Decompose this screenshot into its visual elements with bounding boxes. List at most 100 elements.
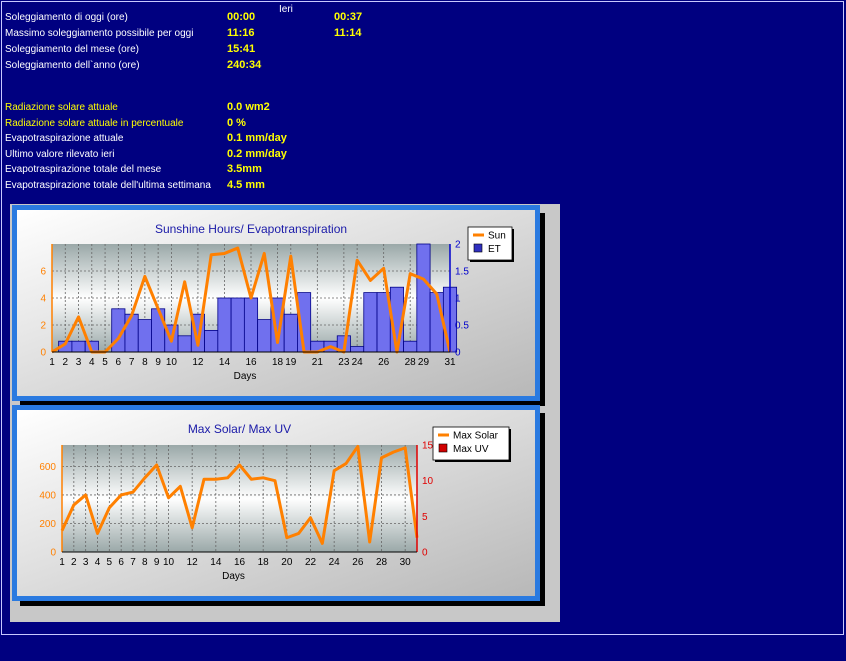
et-bar: [137, 319, 152, 353]
x-tick-label: 26: [352, 557, 364, 568]
x-tick-label: 16: [234, 557, 246, 568]
stat-value: 3.5mm: [227, 163, 262, 175]
x-tick-label: 1: [49, 357, 55, 368]
yesterday-column-header: Ieri: [279, 4, 293, 15]
y-tick-label-right: 5: [422, 512, 428, 523]
legend-label: Max UV: [453, 444, 489, 455]
x-tick-label: 12: [187, 557, 199, 568]
et-bar: [71, 340, 86, 353]
legend-label: Max Solar: [453, 431, 499, 442]
x-tick-label: 23: [338, 357, 350, 368]
stat-label: Evapotraspirazione totale dell'ultima se…: [5, 179, 211, 191]
stat-value: 0.0 wm2: [227, 101, 270, 113]
x-tick-label: 8: [142, 557, 148, 568]
y-tick-label-right: 15: [422, 441, 434, 452]
x-tick-label: 24: [329, 557, 341, 568]
x-tick-label: 10: [163, 557, 175, 568]
y-tick-label-right: 0.5: [455, 321, 469, 332]
stat-value: 0 %: [227, 116, 246, 129]
x-tick-label: 29: [418, 357, 430, 368]
y-tick-label-right: 0: [422, 548, 428, 559]
solar-uv-chart: Max Solar/ Max UV02004006000510151 2 3 4 5 6 7…: [12, 405, 545, 606]
stat-yesterday-value: 11:14: [334, 27, 362, 39]
y-tick-label-left: 200: [39, 519, 56, 530]
stat-value: 0.1 mm/day: [227, 132, 287, 144]
chart-title: Sunshine Hours/ Evapotranspiration: [155, 222, 347, 236]
x-axis-title: Days: [234, 371, 257, 382]
x-tick-label: 12: [192, 357, 204, 368]
y-tick-label-left: 400: [39, 490, 56, 501]
stat-value: 4.5 mm: [227, 178, 265, 191]
et-bar: [416, 243, 431, 353]
x-tick-label: 18: [272, 357, 284, 368]
x-tick-label: 7: [129, 357, 135, 368]
x-tick-label: 4: [95, 557, 101, 568]
stat-today-value: 11:16: [227, 27, 255, 39]
stat-label: Soleggiamento dell`anno (ore): [5, 60, 140, 71]
et-bar: [124, 313, 139, 353]
stat-label: Soleggiamento del mese (ore): [5, 44, 139, 55]
et-bar: [204, 330, 219, 353]
x-tick-label: 3: [76, 357, 82, 368]
legend-label: Sun: [488, 231, 506, 242]
stat-label: Evapotraspirazione totale del mese: [5, 164, 162, 175]
et-bar: [230, 297, 245, 353]
x-tick-label: 1: [59, 557, 65, 568]
stat-today-value: 00:00: [227, 11, 256, 23]
x-tick-label: 14: [219, 357, 231, 368]
et-bar: [243, 297, 259, 353]
x-axis-title: Days: [222, 571, 245, 582]
y-tick-label-right: 0: [455, 348, 461, 359]
et-bar: [283, 313, 298, 353]
x-tick-label: 8: [142, 357, 148, 368]
x-tick-label: 3: [83, 557, 89, 568]
stat-label: Soleggiamento di oggi (ore): [5, 12, 128, 23]
x-tick-label: 10: [166, 357, 178, 368]
x-tick-label: 5: [102, 357, 108, 368]
y-tick-label-right: 2: [455, 240, 461, 251]
x-tick-label: 9: [155, 357, 161, 368]
y-tick-label-left: 6: [40, 267, 46, 278]
stat-yesterday-value: 00:37: [334, 11, 363, 23]
x-tick-label: 31: [444, 357, 456, 368]
stat-today-value: 240:34: [227, 59, 262, 71]
x-tick-label: 2: [71, 557, 77, 568]
et-bar: [257, 319, 272, 353]
stat-label: Radiazione solare attuale in percentuale: [5, 117, 184, 129]
legend-swatch-box: [438, 443, 448, 453]
et-bar: [217, 297, 232, 353]
et-bar: [363, 292, 378, 353]
x-tick-label: 22: [305, 557, 317, 568]
y-tick-label-right: 1: [455, 294, 461, 305]
y-tick-label-right: 10: [422, 476, 434, 487]
x-tick-label: 24: [352, 357, 364, 368]
x-tick-label: 30: [400, 557, 412, 568]
x-tick-label: 21: [312, 357, 324, 368]
legend-swatch-box: [473, 243, 483, 253]
stat-label: Radiazione solare attuale: [5, 102, 118, 113]
x-tick-label: 26: [378, 357, 390, 368]
stat-today-value: 15:41: [227, 43, 256, 55]
y-tick-label-left: 0: [40, 348, 46, 359]
sunshine-et-chart: Sunshine Hours/ Evapotranspiration024600…: [12, 205, 545, 406]
x-tick-label: 14: [210, 557, 222, 568]
legend-label: ET: [488, 244, 501, 255]
chart-title: Max Solar/ Max UV: [188, 422, 291, 436]
x-tick-label: 6: [118, 557, 124, 568]
stat-value: 0.2 mm/day: [227, 147, 287, 160]
et-bar: [403, 340, 418, 353]
x-tick-label: 2: [62, 357, 68, 368]
y-tick-label-left: 600: [39, 462, 56, 473]
stat-label: Ultimo valore rilevato ieri: [5, 148, 115, 160]
y-tick-label-right: 1.5: [455, 267, 469, 278]
et-bar: [350, 346, 365, 353]
x-tick-label: 20: [281, 557, 293, 568]
x-tick-label: 6: [116, 357, 122, 368]
y-tick-label-left: 2: [40, 321, 46, 332]
et-bar: [151, 308, 166, 353]
x-tick-label: 18: [258, 557, 270, 568]
stat-label: Massimo soleggiamento possibile per oggi: [5, 28, 194, 39]
x-tick-label: 5: [107, 557, 113, 568]
x-tick-label: 28: [376, 557, 388, 568]
x-tick-label: 4: [89, 357, 95, 368]
